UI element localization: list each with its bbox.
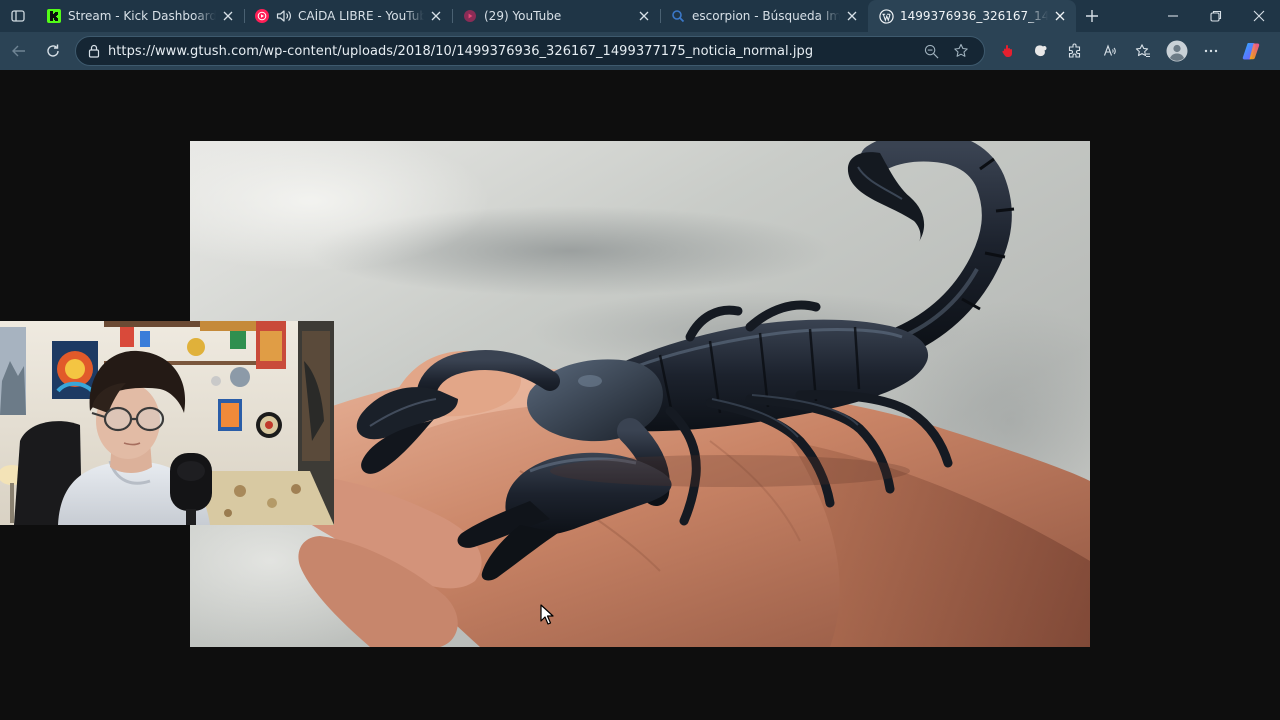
tab-actions-icon xyxy=(11,10,25,22)
settings-menu-button[interactable] xyxy=(1194,36,1228,66)
tab-wordpress-image[interactable]: 1499376936_326167_1499377175 xyxy=(868,0,1076,32)
tab-title: (29) YouTube xyxy=(484,9,562,23)
extensions-button[interactable] xyxy=(1058,36,1092,66)
back-button[interactable] xyxy=(2,36,36,66)
restore-button[interactable] xyxy=(1194,0,1237,32)
refresh-button[interactable] xyxy=(36,36,70,66)
window-controls xyxy=(1151,0,1280,32)
youtube-music-icon xyxy=(254,8,270,24)
tab-youtube-music[interactable]: CAÍDA LIBRE - YouTube Music xyxy=(244,0,452,32)
favorites-star-icon xyxy=(1135,44,1150,58)
tab-youtube[interactable]: (29) YouTube xyxy=(452,0,660,32)
tab-title: escorpion - Búsqueda Imágenes xyxy=(692,9,840,23)
tab-close-icon[interactable] xyxy=(220,8,236,24)
more-dots-icon xyxy=(1204,49,1218,53)
extension-shape-icon xyxy=(1035,45,1047,57)
extension-button[interactable] xyxy=(1024,36,1058,66)
puzzle-icon xyxy=(1068,43,1081,58)
tab-close-icon[interactable] xyxy=(844,8,860,24)
tab-close-icon[interactable] xyxy=(428,8,444,24)
tab-list: Stream - Kick Dashboard CAÍDA LIBRE - Yo… xyxy=(36,0,1076,32)
red-hand-icon xyxy=(1002,45,1012,57)
mouse-cursor xyxy=(540,604,554,626)
close-window-button[interactable] xyxy=(1237,0,1280,32)
refresh-icon xyxy=(47,44,59,57)
zoom-out-icon xyxy=(924,44,938,58)
tab-close-icon[interactable] xyxy=(1052,8,1068,24)
tab-actions-button[interactable] xyxy=(0,0,36,32)
tab-title: 1499376936_326167_1499377175 xyxy=(900,9,1048,23)
plus-icon xyxy=(1086,10,1098,22)
extensions-area xyxy=(990,32,1268,70)
tab-image-search[interactable]: escorpion - Búsqueda Imágenes xyxy=(660,0,868,32)
tab-title: CAÍDA LIBRE - YouTube Music xyxy=(298,9,424,23)
lock-icon[interactable] xyxy=(86,43,102,59)
new-tab-button[interactable] xyxy=(1076,0,1108,32)
arrow-left-icon xyxy=(12,45,25,57)
adblock-extension-button[interactable] xyxy=(990,36,1024,66)
search-icon xyxy=(670,8,686,24)
favorite-button[interactable] xyxy=(946,38,976,64)
page-viewport xyxy=(0,70,1280,720)
wordpress-icon xyxy=(878,8,894,24)
copilot-icon xyxy=(1242,43,1260,60)
kick-icon xyxy=(46,8,62,24)
browser-toolbar: https://www.gtush.com/wp-content/uploads… xyxy=(0,32,1280,70)
address-bar[interactable]: https://www.gtush.com/wp-content/uploads… xyxy=(75,36,985,66)
read-aloud-button[interactable] xyxy=(1092,36,1126,66)
minimize-icon xyxy=(1167,15,1178,17)
read-aloud-icon xyxy=(1103,44,1116,56)
tab-strip: Stream - Kick Dashboard CAÍDA LIBRE - Yo… xyxy=(0,0,1280,32)
star-add-icon xyxy=(954,43,968,57)
url-text[interactable]: https://www.gtush.com/wp-content/uploads… xyxy=(108,44,916,59)
restore-icon xyxy=(1209,10,1221,22)
zoom-button[interactable] xyxy=(916,38,946,64)
profile-button[interactable] xyxy=(1160,36,1194,66)
copilot-button[interactable] xyxy=(1234,36,1268,66)
youtube-icon xyxy=(462,8,478,24)
tab-kick-dashboard[interactable]: Stream - Kick Dashboard xyxy=(36,0,244,32)
tab-title: Stream - Kick Dashboard xyxy=(68,9,216,23)
speaker-icon[interactable] xyxy=(276,8,292,24)
avatar-icon xyxy=(1166,40,1188,62)
close-icon xyxy=(1253,10,1264,22)
minimize-button[interactable] xyxy=(1151,0,1194,32)
favorites-button[interactable] xyxy=(1126,36,1160,66)
webcam-overlay xyxy=(0,321,334,525)
tab-close-icon[interactable] xyxy=(636,8,652,24)
